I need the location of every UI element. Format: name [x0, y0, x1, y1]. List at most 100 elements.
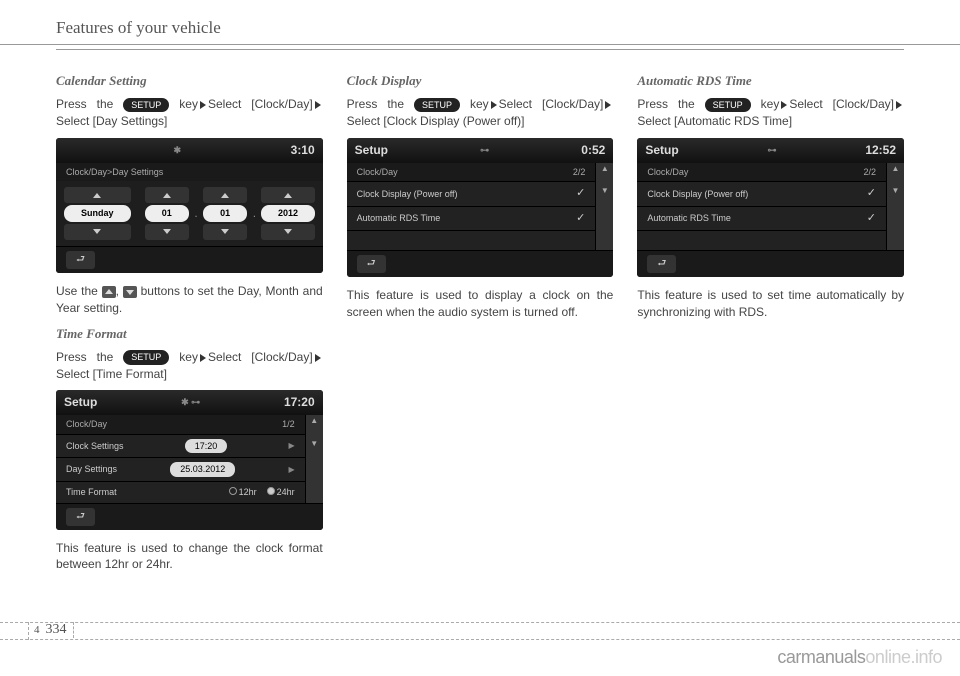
column-2: Clock Display Press the SETUP keySelect … [347, 72, 614, 581]
watermark: carmanualsonline.info [777, 647, 942, 668]
d-value: 01 [145, 205, 189, 222]
page-ind: 2/2 [864, 166, 877, 179]
scr-sub: Clock/Day2/2 [637, 163, 886, 182]
chevron-right-icon: ▶ [289, 464, 295, 475]
auto-rds-screenshot: Setup ⊶ 12:52 Clock/Day2/2 Clock Display… [637, 138, 904, 277]
txt: Select [Clock/Day] [208, 97, 313, 111]
radio-label: 24hr [277, 487, 295, 497]
clock-settings-row[interactable]: Clock Settings 17:20 ▶ [56, 434, 305, 458]
back-button[interactable]: ⮐ [66, 508, 95, 526]
back-button[interactable]: ⮐ [357, 255, 386, 273]
txt: Use the [56, 284, 102, 298]
footer-dash [28, 622, 29, 640]
scroll-buttons[interactable]: ▲▼ [595, 163, 613, 250]
page-ind: 2/2 [573, 166, 586, 179]
scr-time: 0:52 [581, 142, 605, 159]
row-value: 25.03.2012 [170, 462, 235, 477]
wm-b: online.info [865, 647, 942, 667]
scr-header: Setup ✱ ⊶ 17:20 [56, 390, 323, 415]
scr-sub: Clock/Day1/2 [56, 415, 305, 434]
time-format-title: Time Format [56, 325, 323, 343]
txt: Select [Clock/Day] [789, 97, 894, 111]
breadcrumb-text: Clock/Day>Day Settings [66, 166, 163, 179]
setup-button-label: SETUP [705, 98, 751, 113]
d-down-button[interactable] [145, 224, 189, 240]
txt: key [179, 350, 198, 364]
scr-footer: ⮐ [56, 246, 323, 273]
radio-group: 12hr 24hr [229, 486, 295, 499]
empty-row [637, 230, 886, 250]
calendar-after-text: Use the , buttons to set the Day, Month … [56, 283, 323, 317]
clock-display-text: Press the SETUP keySelect [Clock/Day]Sel… [347, 96, 614, 130]
txt: key [470, 97, 489, 111]
arrow-right-icon [491, 101, 497, 109]
txt: Press the [56, 97, 123, 111]
check-icon: ✓ [867, 186, 876, 201]
scr-header: ✱ 3:10 [56, 138, 323, 163]
txt: Select [Automatic RDS Time] [637, 114, 792, 128]
auto-rds-row[interactable]: Automatic RDS Time ✓ [347, 206, 596, 230]
clock-display-after-text: This feature is used to display a clock … [347, 287, 614, 321]
clock-display-screenshot: Setup ⊶ 0:52 Clock/Day2/2 Clock Display … [347, 138, 614, 277]
day-up-button[interactable] [64, 187, 131, 203]
sub-label: Clock/Day [357, 166, 398, 179]
arrow-right-icon [896, 101, 902, 109]
radio-24hr[interactable]: 24hr [267, 486, 295, 499]
txt: Select [Clock Display (Power off)] [347, 114, 525, 128]
radio-12hr[interactable]: 12hr [229, 486, 257, 499]
clock-display-row[interactable]: Clock Display (Power off) ✓ [347, 181, 596, 205]
auto-rds-after-text: This feature is used to set time automat… [637, 287, 904, 321]
page-num: 334 [46, 622, 67, 638]
arrow-right-icon [781, 101, 787, 109]
calendar-setting-text: Press the SETUP keySelect [Clock/Day]Sel… [56, 96, 323, 130]
scr-footer: ⮐ [56, 503, 323, 530]
page-number: 4 334 [34, 622, 74, 638]
day-down-button[interactable] [64, 224, 131, 240]
scr-footer: ⮐ [347, 250, 614, 277]
day-settings-screenshot: ✱ 3:10 Clock/Day>Day Settings Sunday 01 … [56, 138, 323, 273]
page-header: Features of your vehicle [0, 0, 960, 45]
scr-time: 12:52 [865, 142, 896, 159]
section-num: 4 [34, 624, 40, 636]
up-arrow-icon [102, 286, 116, 298]
scr-time: 3:10 [291, 142, 315, 159]
arrow-right-icon [315, 101, 321, 109]
arrow-right-icon [200, 101, 206, 109]
y-down-button[interactable] [261, 224, 314, 240]
day-settings-row[interactable]: Day Settings 25.03.2012 ▶ [56, 457, 305, 481]
m-down-button[interactable] [203, 224, 247, 240]
time-format-row[interactable]: Time Format 12hr 24hr [56, 481, 305, 503]
back-button[interactable]: ⮐ [647, 255, 676, 273]
txt: key [761, 97, 780, 111]
txt: Select [Clock/Day] [208, 350, 313, 364]
scroll-up-button[interactable]: ▲▼ [305, 415, 323, 502]
scr-title: Setup [355, 142, 388, 159]
txt: Select [Day Settings] [56, 114, 167, 128]
clock-display-row[interactable]: Clock Display (Power off) ✓ [637, 181, 886, 205]
y-up-button[interactable] [261, 187, 314, 203]
m-value: 01 [203, 205, 247, 222]
column-1: Calendar Setting Press the SETUP keySele… [56, 72, 323, 581]
row-label: Automatic RDS Time [647, 212, 731, 225]
row-label: Clock Display (Power off) [647, 188, 748, 201]
back-button[interactable]: ⮐ [66, 251, 95, 269]
time-format-text: Press the SETUP keySelect [Clock/Day]Sel… [56, 349, 323, 383]
txt: Press the [347, 97, 414, 111]
row-label: Time Format [66, 486, 117, 499]
scroll-buttons[interactable]: ▲▼ [886, 163, 904, 250]
check-icon: ✓ [867, 211, 876, 226]
bluetooth-icon: ⊶ [768, 144, 777, 157]
scr-footer: ⮐ [637, 250, 904, 277]
txt: , [116, 284, 123, 298]
arrow-right-icon [315, 354, 321, 362]
auto-rds-text: Press the SETUP keySelect [Clock/Day]Sel… [637, 96, 904, 130]
auto-rds-row[interactable]: Automatic RDS Time ✓ [637, 206, 886, 230]
m-up-button[interactable] [203, 187, 247, 203]
scr-breadcrumb: Clock/Day>Day Settings [56, 163, 323, 182]
day-value: Sunday [64, 205, 131, 222]
time-format-after-text: This feature is used to change the clock… [56, 540, 323, 574]
empty-row [347, 230, 596, 250]
txt: key [179, 97, 198, 111]
d-up-button[interactable] [145, 187, 189, 203]
row-label: Clock Settings [66, 440, 124, 453]
